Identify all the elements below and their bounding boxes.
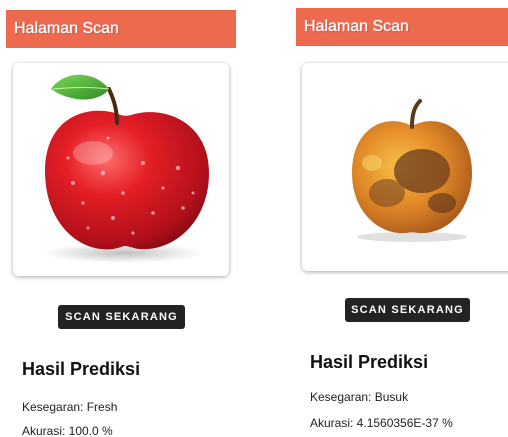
freshness-label: Kesegaran: Busuk	[310, 390, 409, 404]
image-preview-card[interactable]	[13, 63, 229, 276]
accuracy-label: Akurasi: 100.0 %	[22, 424, 113, 437]
image-preview-card[interactable]	[302, 63, 508, 271]
app-bar-title: Halaman Scan	[296, 8, 508, 46]
rotten-apple-image	[302, 63, 508, 271]
fresh-apple-image	[13, 63, 229, 276]
scan-screen-fresh: Halaman Scan SCAN SEKARANG Hasil Prediks…	[0, 0, 244, 437]
screen-divider	[244, 0, 294, 437]
scan-screen-rotten: Halaman Scan SCAN SEKARANG Hasil Prediks…	[294, 0, 508, 437]
app-bar-title: Halaman Scan	[6, 10, 236, 48]
result-title: Hasil Prediksi	[22, 359, 141, 379]
freshness-label: Kesegaran: Fresh	[22, 400, 118, 414]
scan-now-button[interactable]: SCAN SEKARANG	[58, 305, 185, 329]
accuracy-label: Akurasi: 4.1560356E-37 %	[310, 416, 453, 430]
scan-now-button[interactable]: SCAN SEKARANG	[345, 298, 470, 322]
result-title: Hasil Prediksi	[310, 352, 429, 372]
